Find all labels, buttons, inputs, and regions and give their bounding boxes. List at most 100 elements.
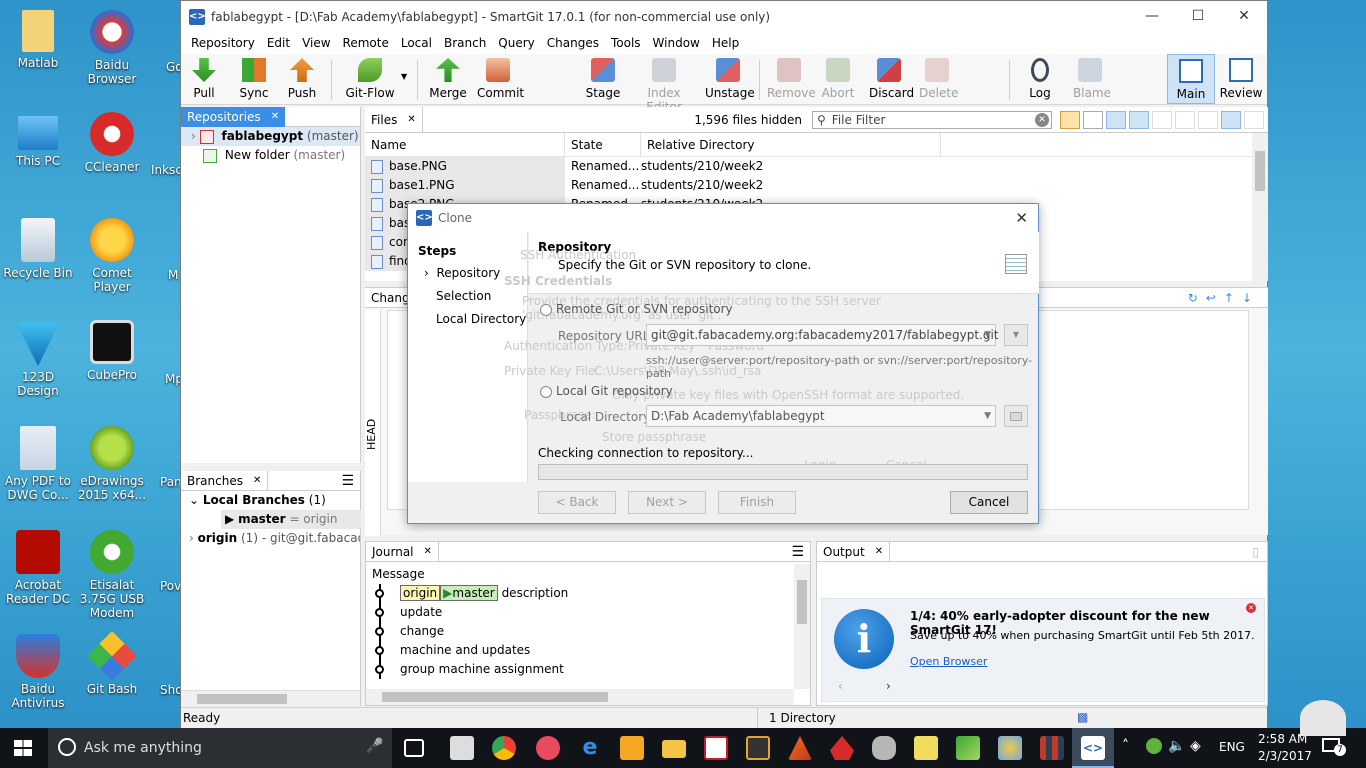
desktop-icon-etisalat[interactable]: Etisalat 3.75G USB Modem: [74, 530, 150, 620]
action-center-icon[interactable]: 7: [1322, 738, 1346, 758]
pull-button[interactable]: Pull: [189, 58, 219, 100]
task-view-icon[interactable]: [404, 739, 424, 757]
repository-item[interactable]: › fablabegypt (master): [181, 127, 360, 146]
store-icon[interactable]: [450, 736, 474, 760]
local-directory-input[interactable]: D:\Fab Academy\fablabegypt ▼: [646, 405, 996, 427]
blame-button[interactable]: Blame: [1073, 58, 1111, 100]
paint-icon[interactable]: [998, 736, 1022, 760]
clear-filter-icon[interactable]: ✕: [1035, 112, 1049, 127]
start-windows-icon[interactable]: [14, 740, 32, 756]
remote-origin-node[interactable]: › origin (1) - git@git.fabacader: [181, 529, 360, 548]
app-icon[interactable]: [956, 736, 980, 760]
open-browser-link[interactable]: Open Browser: [910, 655, 987, 668]
desktop-icon-acrobat[interactable]: Acrobat Reader DC: [0, 530, 76, 606]
app-icon[interactable]: [872, 736, 896, 760]
edge-icon[interactable]: e: [578, 736, 602, 760]
local-repository-option[interactable]: Local Git repository: [540, 384, 673, 398]
close-tab-icon[interactable]: ✕: [407, 110, 415, 130]
dialog-close-icon[interactable]: ✕: [1015, 209, 1028, 227]
menu-changes[interactable]: Changes: [541, 36, 605, 50]
desktop-icon-edrawings[interactable]: eDrawings 2015 x64...: [74, 426, 150, 502]
journal-row[interactable]: change: [375, 622, 810, 641]
desktop-icon-any-pdf[interactable]: Any PDF to DWG Co...: [0, 426, 76, 502]
staged-files-icon[interactable]: [1175, 110, 1195, 129]
chevron-right-icon[interactable]: ›: [189, 531, 194, 545]
minimize-button[interactable]: —: [1129, 1, 1175, 32]
winrar-icon[interactable]: [1040, 736, 1064, 760]
finish-button[interactable]: Finish: [718, 491, 796, 514]
tab-journal[interactable]: Journal ✕: [366, 541, 439, 562]
assumed-unchanged-icon[interactable]: [1152, 110, 1172, 129]
changes-nav-icons[interactable]: ↻↩↑↓: [1188, 291, 1260, 305]
close-tab-icon[interactable]: ✕: [271, 107, 279, 127]
file-explorer-icon[interactable]: [662, 740, 686, 758]
radio-remote[interactable]: [540, 303, 552, 316]
menu-window[interactable]: Window: [647, 36, 706, 50]
ignored-files-icon[interactable]: [1129, 110, 1149, 129]
column-state[interactable]: State: [565, 133, 641, 156]
next-notification-icon[interactable]: ›: [886, 679, 891, 693]
review-perspective-button[interactable]: Review: [1219, 58, 1263, 100]
stage-button[interactable]: Stage: [585, 58, 621, 100]
chevron-down-icon[interactable]: ▼: [984, 406, 991, 426]
close-tab-icon[interactable]: ✕: [875, 542, 883, 562]
repository-item[interactable]: New folder (master): [181, 146, 360, 165]
scrollbar-thumb[interactable]: [797, 580, 807, 624]
close-tab-icon[interactable]: ✕: [253, 471, 261, 491]
scrollbar-thumb[interactable]: [382, 692, 608, 702]
menu-query[interactable]: Query: [492, 36, 540, 50]
tab-output[interactable]: Output ✕: [817, 541, 891, 562]
git-flow-dropdown-icon[interactable]: ▼: [401, 72, 407, 81]
abort-button[interactable]: Abort: [821, 58, 855, 100]
delete-button[interactable]: Delete: [919, 58, 958, 100]
commit-button[interactable]: Commit: [477, 58, 524, 100]
journal-row[interactable]: group machine assignment: [375, 660, 810, 679]
local-branches-node[interactable]: ⌄ Local Branches (1): [181, 491, 360, 510]
remove-button[interactable]: Remove: [767, 58, 816, 100]
desktop-icon-comet-player[interactable]: Comet Player: [74, 218, 150, 294]
previous-notification-icon[interactable]: ‹: [838, 679, 843, 693]
column-name[interactable]: Name: [365, 133, 565, 156]
maximize-button[interactable]: ☐: [1175, 1, 1221, 32]
feedback-icon[interactable]: ▩: [1077, 710, 1088, 724]
menu-edit[interactable]: Edit: [261, 36, 296, 50]
main-perspective-button[interactable]: Main: [1167, 54, 1215, 104]
chrome-icon[interactable]: [492, 736, 516, 760]
desktop-icon-123d-design[interactable]: 123D Design: [0, 322, 76, 398]
dismiss-notification-icon[interactable]: ✕: [1246, 603, 1256, 613]
wifi-icon[interactable]: ◈: [1190, 738, 1201, 754]
app-icon[interactable]: [536, 736, 560, 760]
push-button[interactable]: Push: [287, 58, 317, 100]
journal-row[interactable]: origin ▶master description: [375, 584, 810, 603]
hamburger-menu-icon[interactable]: ☰: [341, 473, 354, 489]
volume-icon[interactable]: 🔈: [1168, 738, 1185, 754]
horizontal-scrollbar[interactable]: [181, 690, 360, 706]
sublime-text-icon[interactable]: [746, 736, 770, 760]
merge-button[interactable]: Merge: [429, 58, 467, 100]
browse-folder-button[interactable]: [1004, 405, 1028, 427]
cs-app-icon[interactable]: [704, 736, 728, 760]
tab-branches[interactable]: Branches ✕: [181, 470, 269, 491]
desktop-icon-baidu-antivirus[interactable]: Baidu Antivirus: [0, 634, 76, 710]
hamburger-menu-icon[interactable]: ☰: [791, 544, 804, 560]
matlab-icon[interactable]: [788, 736, 812, 760]
back-button[interactable]: < Back: [538, 491, 616, 514]
git-flow-button[interactable]: Git-Flow: [345, 58, 395, 100]
microphone-icon[interactable]: 🎤: [366, 738, 383, 754]
unstage-button[interactable]: Unstage: [705, 58, 755, 100]
vertical-scrollbar[interactable]: [794, 564, 810, 689]
menu-repository[interactable]: Repository: [185, 36, 261, 50]
floating-app-icon[interactable]: [1300, 700, 1346, 736]
file-filter-input[interactable]: ⚲ File Filter ✕: [812, 110, 1052, 129]
desktop-icon-this-pc[interactable]: This PC: [0, 116, 76, 168]
unchanged-files-icon[interactable]: [1083, 110, 1103, 129]
cortana-search-box[interactable]: Ask me anything 🎤: [48, 728, 392, 768]
desktop-icon-git-bash[interactable]: Git Bash: [74, 631, 150, 696]
chevron-down-icon[interactable]: ▼: [984, 325, 991, 345]
menu-tools[interactable]: Tools: [605, 36, 647, 50]
tree-view-icon[interactable]: [1221, 110, 1241, 129]
next-button[interactable]: Next >: [628, 491, 706, 514]
tab-repositories[interactable]: Repositories ✕: [181, 106, 286, 127]
sticky-notes-icon[interactable]: [914, 736, 938, 760]
column-relative-directory[interactable]: Relative Directory: [641, 133, 941, 156]
